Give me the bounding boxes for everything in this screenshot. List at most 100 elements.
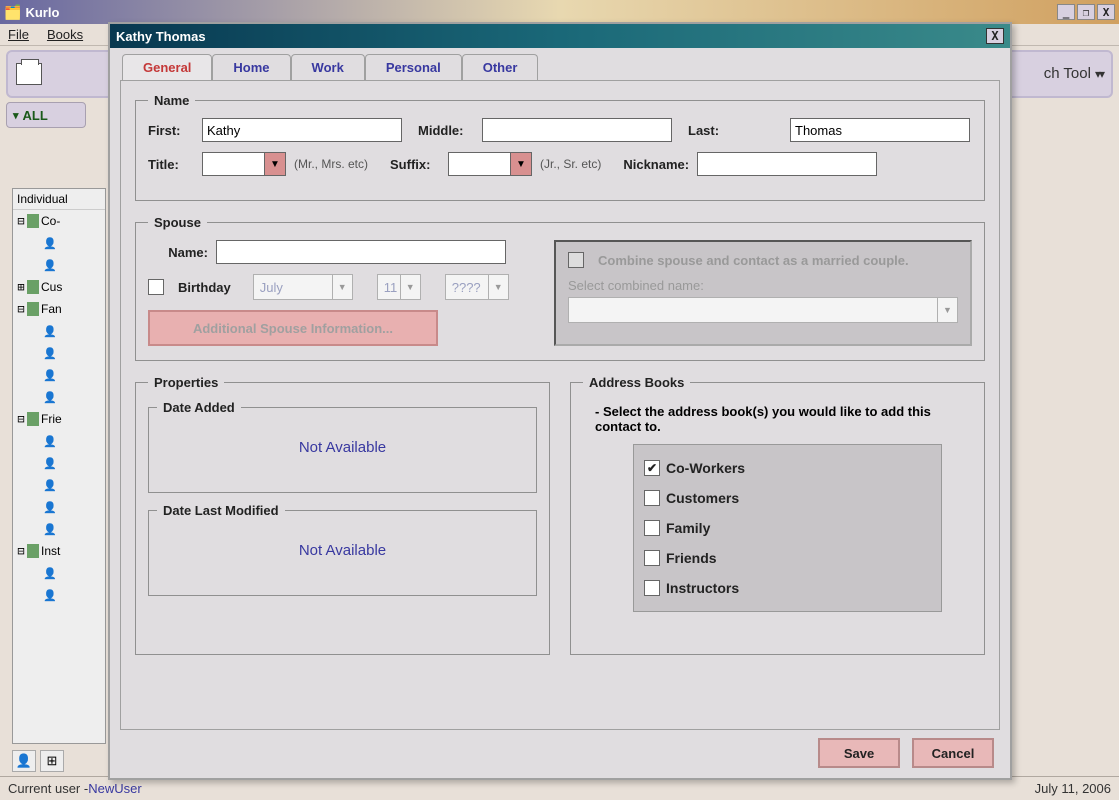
suffix-label: Suffix: [390,157,440,172]
cancel-button[interactable]: Cancel [912,738,994,768]
person-icon[interactable] [43,346,57,360]
dialog-title: Kathy Thomas [116,29,206,44]
tree-header[interactable]: Individual [13,189,105,210]
name-legend: Name [148,93,195,108]
chevron-down-icon: ▼ [333,274,353,300]
app-titlebar: 🗂️ Kurlo _ ❐ X [0,0,1119,24]
birthday-checkbox[interactable] [148,279,164,295]
app-close-button[interactable]: X [1097,4,1115,20]
person-icon[interactable] [43,566,57,580]
first-label: First: [148,123,194,138]
tree-group[interactable]: ⊟Fan [13,298,105,320]
tab-body: Name First: Middle: Last: Title: ▼ (Mr.,… [120,80,1000,730]
person-icon[interactable] [43,324,57,338]
checkbox-icon[interactable] [644,580,660,596]
filter-all[interactable]: ALL [6,102,86,128]
tab-strip: General Home Work Personal Other [122,54,1010,80]
chevron-down-icon[interactable]: ▼ [264,152,286,176]
suffix-combo[interactable]: ▼ [448,152,532,176]
search-tool-label[interactable]: ch Tool▾▾ [1044,65,1103,83]
date-modified-box: Date Last Modified Not Available [148,503,537,596]
checkbox-icon[interactable] [644,550,660,566]
ab-item-instructors[interactable]: Instructors [644,573,931,603]
address-books-instruction: - Select the address book(s) you would l… [595,404,968,434]
tab-work[interactable]: Work [291,54,365,80]
spouse-name-label: Name: [148,245,208,260]
checkbox-icon[interactable] [644,490,660,506]
dialog-buttons: Save Cancel [818,738,994,768]
title-combo[interactable]: ▼ [202,152,286,176]
ab-item-customers[interactable]: Customers [644,483,931,513]
menu-books[interactable]: Books [47,27,83,42]
tree-group[interactable]: ⊟Inst [13,540,105,562]
first-input[interactable] [202,118,402,142]
tab-other[interactable]: Other [462,54,539,80]
person-icon[interactable] [43,434,57,448]
address-books-list: ✔Co-Workers Customers Family Friends Ins… [633,444,942,612]
tree-group[interactable]: ⊟Frie [13,408,105,430]
combined-name-combo[interactable]: ▼ [568,297,958,323]
person-icon[interactable] [43,390,57,404]
ab-item-family[interactable]: Family [644,513,931,543]
menu-file[interactable]: File [8,27,29,42]
tree-group[interactable]: ⊞Cus [13,276,105,298]
app-title: Kurlo [25,5,59,20]
person-icon[interactable] [43,588,57,602]
view-tabs: 👤 ⊞ [12,750,64,774]
address-books-fieldset: Address Books - Select the address book(… [570,375,985,655]
address-books-legend: Address Books [583,375,690,390]
date-added-box: Date Added Not Available [148,400,537,493]
app-icon: 🗂️ [4,4,21,21]
tab-personal[interactable]: Personal [365,54,462,80]
checkbox-icon[interactable]: ✔ [644,460,660,476]
middle-label: Middle: [418,123,474,138]
tree-group[interactable]: ⊟Co- [13,210,105,232]
ab-item-friends[interactable]: Friends [644,543,931,573]
combine-panel: Combine spouse and contact as a married … [554,240,972,346]
last-input[interactable] [790,118,970,142]
print-icon[interactable] [16,63,42,85]
ab-item-coworkers[interactable]: ✔Co-Workers [644,453,931,483]
combine-label: Combine spouse and contact as a married … [598,253,909,268]
date-modified-value: Not Available [157,524,528,577]
combine-checkbox[interactable] [568,252,584,268]
properties-legend: Properties [148,375,224,390]
person-icon[interactable] [43,236,57,250]
properties-fieldset: Properties Date Added Not Available Date… [135,375,550,655]
status-user-label: Current user - [8,781,88,796]
birthday-label: Birthday [178,280,231,295]
spouse-fieldset: Spouse Name: Birthday July▼ 11▼ [135,215,985,361]
minimize-button[interactable]: _ [1057,4,1075,20]
select-combined-label: Select combined name: [568,278,958,293]
chevron-down-icon: ▼ [938,297,958,323]
person-icon[interactable] [43,368,57,382]
view-tab-person[interactable]: 👤 [12,750,36,772]
view-tab-grid[interactable]: ⊞ [40,750,64,772]
tab-general[interactable]: General [122,54,212,80]
birthday-month-combo[interactable]: July▼ [253,274,353,300]
chevron-down-icon[interactable]: ▼ [510,152,532,176]
person-icon[interactable] [43,500,57,514]
maximize-button[interactable]: ❐ [1077,4,1095,20]
birthday-year-combo[interactable]: ????▼ [445,274,509,300]
title-hint: (Mr., Mrs. etc) [294,157,368,171]
additional-spouse-button[interactable]: Additional Spouse Information... [148,310,438,346]
tab-home[interactable]: Home [212,54,290,80]
nickname-label: Nickname: [623,157,689,172]
dialog-close-button[interactable]: X [986,28,1004,44]
checkbox-icon[interactable] [644,520,660,536]
date-modified-label: Date Last Modified [157,503,285,518]
status-user: NewUser [88,781,141,796]
person-icon[interactable] [43,258,57,272]
spouse-name-input[interactable] [216,240,506,264]
person-icon[interactable] [43,522,57,536]
save-button[interactable]: Save [818,738,900,768]
middle-input[interactable] [482,118,672,142]
nickname-input[interactable] [697,152,877,176]
birthday-day-combo[interactable]: 11▼ [377,274,421,300]
person-icon[interactable] [43,456,57,470]
date-added-value: Not Available [157,421,528,474]
person-icon[interactable] [43,478,57,492]
suffix-hint: (Jr., Sr. etc) [540,157,601,171]
contact-dialog: Kathy Thomas X General Home Work Persona… [108,22,1012,780]
